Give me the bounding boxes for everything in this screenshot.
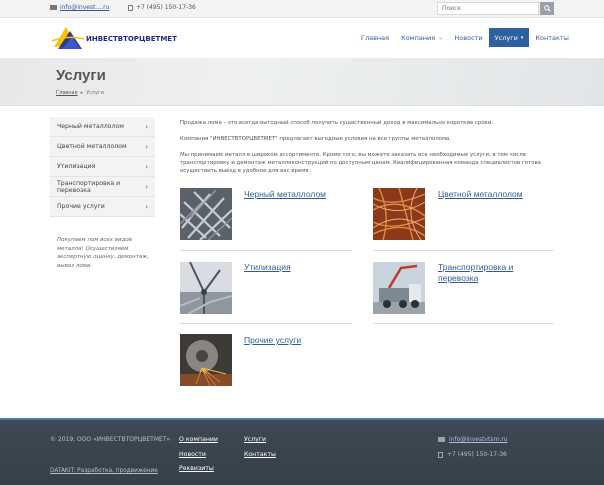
metal-cutting-image[interactable] bbox=[180, 334, 232, 386]
nav-company[interactable]: Компания ⌄ bbox=[395, 28, 448, 47]
search-icon bbox=[543, 5, 551, 12]
chevron-right-icon: › bbox=[145, 142, 148, 151]
top-bar: info@invest....ru +7 (495) 150-17-36 bbox=[0, 0, 604, 18]
chevron-right-icon: › bbox=[145, 202, 148, 211]
footer-email-link[interactable]: info@investvtsm.ru bbox=[438, 436, 508, 443]
service-link-recycling[interactable]: Утилизация bbox=[244, 262, 374, 273]
main-nav: Главная Компания ⌄ Новости Услуги ▾ Контак… bbox=[355, 28, 575, 47]
sidebar-item-other[interactable]: Прочие услуги › bbox=[50, 197, 155, 217]
scrap-steel-image[interactable] bbox=[180, 188, 232, 240]
truck-crane-image[interactable] bbox=[373, 262, 425, 314]
footer-link-services[interactable]: Услуги bbox=[244, 436, 266, 443]
breadcrumb-current: Услуги bbox=[86, 90, 104, 96]
nav-home[interactable]: Главная bbox=[355, 28, 395, 47]
service-link-black-scrap[interactable]: Черный металлолом bbox=[244, 189, 374, 200]
service-link-color-scrap[interactable]: Цветной металлолом bbox=[438, 189, 568, 200]
divider bbox=[180, 250, 352, 251]
logo-text: ИНВЕСТВТОРЦВЕТМЕТ bbox=[86, 35, 177, 43]
intro-paragraph: Продажа лома – это всегда выгодный спосо… bbox=[180, 120, 494, 126]
top-phone: +7 (495) 150-17-36 bbox=[128, 4, 196, 11]
nav-company-label: Компания bbox=[401, 33, 436, 42]
sidebar-item-label: Транспортировка и перевозка bbox=[57, 179, 121, 194]
page-title: Услуги bbox=[56, 67, 106, 84]
divider bbox=[180, 323, 352, 324]
nav-services-label: Услуги bbox=[494, 33, 518, 42]
page-banner: Услуги Главная ▸ Услуги bbox=[0, 58, 604, 106]
sidebar-item-label: Прочие услуги bbox=[57, 203, 105, 210]
top-email-text: info@invest....ru bbox=[60, 4, 110, 11]
nav-services[interactable]: Услуги ▾ bbox=[488, 28, 530, 47]
top-email-link[interactable]: info@invest....ru bbox=[50, 4, 109, 11]
sidebar-item-label: Цветной металлолом bbox=[57, 143, 127, 150]
envelope-icon bbox=[438, 437, 445, 442]
footer-developer-link[interactable]: DATAKIT: Разработка, продвижение bbox=[50, 468, 158, 474]
footer-link-requisites[interactable]: Реквизиты bbox=[179, 465, 214, 472]
phone-icon bbox=[128, 4, 133, 11]
chevron-down-icon: ▾ bbox=[520, 34, 524, 41]
footer-link-news[interactable]: Новости bbox=[179, 451, 206, 458]
site-logo[interactable]: ИНВЕСТВТОРЦВЕТМЕТ bbox=[51, 25, 177, 51]
sidebar-item-recycling[interactable]: Утилизация › bbox=[50, 157, 155, 177]
site-header: ИНВЕСТВТОРЦВЕТМЕТ Главная Компания ⌄ Ново… bbox=[0, 18, 604, 58]
search-button[interactable] bbox=[540, 2, 554, 15]
chevron-right-icon: › bbox=[145, 122, 148, 131]
nav-contacts-label: Контакты bbox=[535, 33, 569, 42]
content-intro: Продажа лома – это всегда выгодный спосо… bbox=[180, 119, 560, 183]
sidebar-item-label: Утилизация bbox=[57, 163, 96, 170]
footer-copyright: © 2019, ООО «ИНВЕСТВТОРЦВЕТМЕТ» bbox=[50, 436, 171, 443]
nav-news-label: Новости bbox=[454, 33, 483, 42]
sidebar-item-black-scrap[interactable]: Черный металлолом › bbox=[50, 117, 155, 137]
footer-link-about[interactable]: О компании bbox=[179, 436, 218, 443]
service-link-other[interactable]: Прочие услуги bbox=[244, 335, 374, 346]
intro-paragraph: Мы принимаем металл в широком ассортимен… bbox=[180, 152, 541, 174]
nav-contacts[interactable]: Контакты bbox=[529, 28, 574, 47]
sidebar-menu: Черный металлолом › Цветной металлолом › У… bbox=[50, 117, 155, 217]
footer-phone-text: +7 (495) 150-17-36 bbox=[447, 451, 507, 458]
divider bbox=[373, 250, 554, 251]
breadcrumb-separator-icon: ▸ bbox=[80, 90, 84, 96]
chevron-right-icon: › bbox=[145, 182, 148, 191]
sidebar-note: Покупаем лом всех видов металла! Осущест… bbox=[57, 237, 150, 269]
copper-wire-image[interactable] bbox=[373, 188, 425, 240]
top-phone-text: +7 (495) 150-17-36 bbox=[136, 4, 196, 11]
nav-home-label: Главная bbox=[361, 33, 390, 42]
envelope-icon bbox=[50, 5, 57, 10]
chevron-right-icon: › bbox=[145, 162, 148, 171]
sidebar-item-color-scrap[interactable]: Цветной металлолом › bbox=[50, 137, 155, 157]
divider bbox=[373, 323, 554, 324]
footer-email-text: info@investvtsm.ru bbox=[449, 436, 508, 443]
breadcrumb: Главная ▸ Услуги bbox=[56, 90, 104, 96]
logo-emblem-icon bbox=[51, 27, 85, 49]
phone-icon bbox=[438, 451, 443, 458]
recycling-image[interactable] bbox=[180, 262, 232, 314]
sidebar-item-transport[interactable]: Транспортировка и перевозка › bbox=[50, 177, 155, 197]
footer-phone: +7 (495) 150-17-36 bbox=[438, 451, 507, 458]
chevron-down-icon: ⌄ bbox=[438, 34, 443, 41]
service-link-transport[interactable]: Транспортировка и перевозка bbox=[438, 262, 548, 284]
intro-paragraph: Компания "ИНВЕСТВТОРЦВЕТМЕТ" предлагает … bbox=[180, 136, 452, 142]
sidebar-item-label: Черный металлолом bbox=[57, 123, 124, 130]
site-footer: © 2019, ООО «ИНВЕСТВТОРЦВЕТМЕТ» DATAKIT:… bbox=[0, 418, 604, 485]
footer-link-contacts[interactable]: Контакты bbox=[244, 451, 276, 458]
search-input[interactable] bbox=[437, 2, 539, 15]
breadcrumb-home[interactable]: Главная bbox=[56, 90, 78, 96]
nav-news[interactable]: Новости bbox=[448, 28, 488, 47]
